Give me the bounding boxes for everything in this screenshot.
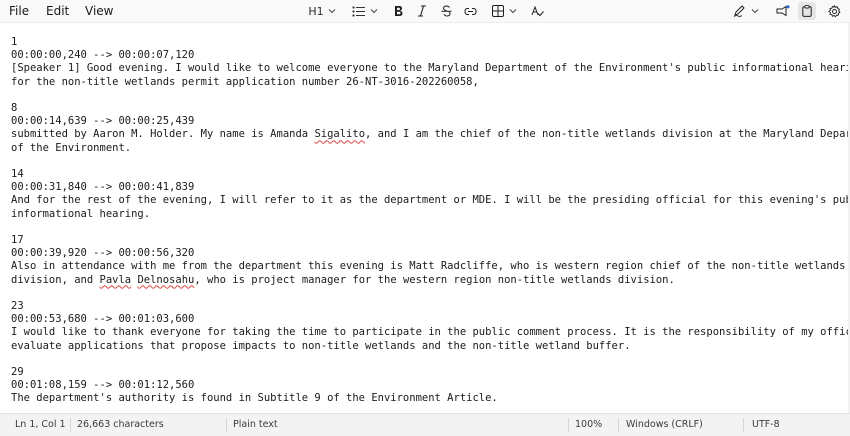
- subtitle-text: And for the rest of the evening, I will …: [11, 194, 848, 207]
- subtitle-text: evaluate applications that propose impac…: [11, 339, 631, 352]
- misspelled-word[interactable]: Delnosahu: [137, 274, 194, 286]
- subtitle-timestamp: 00:00:53,680 --> 00:01:03,600: [11, 313, 195, 326]
- subtitle-text: of the Environment.: [11, 141, 132, 154]
- chevron-down-icon: [509, 9, 516, 14]
- table-dropdown[interactable]: [489, 2, 519, 20]
- strikethrough-button[interactable]: [438, 2, 454, 20]
- misspelled-word[interactable]: Sigalito: [314, 128, 365, 140]
- status-divider: [743, 418, 744, 432]
- cursor-position[interactable]: Ln 1, Col 1: [15, 414, 66, 436]
- list-icon: [352, 5, 365, 17]
- subtitle-timestamp: 00:01:08,159 --> 00:01:12,560: [11, 379, 195, 392]
- table-icon: [491, 5, 504, 17]
- link-icon: [463, 7, 477, 15]
- subtitle-text: , who is project manager for the western…: [194, 273, 675, 286]
- bold-icon: [394, 6, 402, 16]
- list-dropdown[interactable]: [350, 2, 380, 20]
- subtitle-index: 23: [11, 300, 24, 313]
- share-button[interactable]: [774, 2, 792, 20]
- strikethrough-icon: [441, 5, 451, 17]
- bold-button[interactable]: [390, 2, 406, 20]
- subtitle-index: 14: [11, 168, 24, 181]
- clipboard-icon: [802, 5, 812, 17]
- heading-dropdown[interactable]: H1: [306, 2, 338, 20]
- subtitle-text: [Speaker 1] Good evening. I would like t…: [11, 62, 848, 75]
- zoom-level[interactable]: 100%: [575, 414, 602, 436]
- subtitle-text: submitted by Aaron M. Holder. My name is…: [11, 128, 315, 141]
- status-divider: [70, 418, 71, 432]
- subtitle-index: 29: [11, 366, 24, 379]
- status-divider: [618, 418, 619, 432]
- menu-file[interactable]: File: [6, 3, 32, 19]
- character-count: 26,663 characters: [77, 419, 164, 430]
- encoding[interactable]: UTF-8: [752, 414, 780, 436]
- line-ending[interactable]: Windows (CRLF): [626, 414, 703, 436]
- share-icon: [776, 5, 790, 17]
- subtitle-timestamp: 00:00:31,840 --> 00:00:41,839: [11, 181, 195, 194]
- clear-formatting-button[interactable]: [529, 2, 545, 20]
- subtitle-index: 8: [11, 102, 18, 115]
- status-divider: [568, 418, 569, 432]
- chevron-down-icon: [328, 9, 335, 14]
- link-button[interactable]: [462, 2, 478, 20]
- ink-dropdown[interactable]: [731, 2, 761, 20]
- subtitle-timestamp: 00:00:39,920 --> 00:00:56,320: [11, 247, 195, 260]
- settings-icon: [827, 4, 841, 17]
- document-text: 1 00:00:00,240 --> 00:00:07,120 [Speaker…: [11, 36, 848, 406]
- subtitle-text: I would like to thank everyone for takin…: [11, 326, 848, 339]
- clipboard-button[interactable]: [798, 2, 816, 20]
- heading-label: H1: [308, 4, 324, 18]
- chevron-down-icon: [370, 9, 378, 14]
- subtitle-text: division, and: [11, 273, 100, 286]
- subtitle-timestamp: 00:00:14,639 --> 00:00:25,439: [11, 115, 195, 128]
- italic-button[interactable]: [414, 2, 430, 20]
- toolbar: File Edit View H1: [0, 0, 850, 23]
- subtitle-index: 17: [11, 234, 24, 247]
- subtitle-text: The department's authority is found in S…: [11, 392, 498, 405]
- misspelled-word[interactable]: Pavla: [100, 274, 132, 286]
- menu-view[interactable]: View: [82, 3, 116, 19]
- subtitle-index: 1: [11, 36, 18, 48]
- subtitle-text: informational hearing.: [11, 207, 151, 220]
- subtitle-text: , and I am the chief of the non-title we…: [365, 128, 848, 141]
- settings-button[interactable]: [825, 2, 843, 20]
- text-editor[interactable]: 1 00:00:00,240 --> 00:00:07,120 [Speaker…: [0, 23, 848, 414]
- status-bar: Ln 1, Col 1 26,663 characters Plain text…: [0, 413, 850, 436]
- menu-edit[interactable]: Edit: [43, 3, 72, 19]
- italic-icon: [418, 5, 426, 17]
- subtitle-text: Also in attendance with me from the depa…: [11, 260, 846, 273]
- subtitle-timestamp: 00:00:00,240 --> 00:00:07,120: [11, 49, 195, 62]
- status-divider: [226, 418, 227, 432]
- file-format[interactable]: Plain text: [233, 414, 278, 436]
- pen-icon: [733, 5, 745, 17]
- chevron-down-icon: [751, 9, 759, 14]
- subtitle-text: for the non-title wetlands permit applic…: [11, 75, 479, 88]
- clear-formatting-icon: [531, 5, 544, 17]
